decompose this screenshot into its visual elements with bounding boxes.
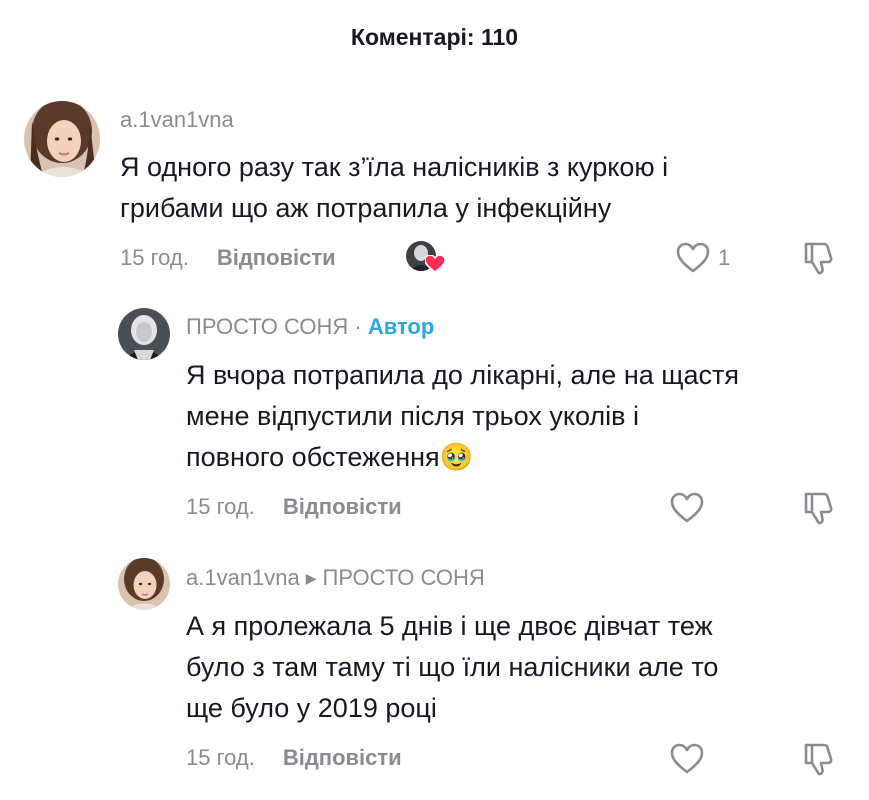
thumbs-down-icon <box>804 743 833 776</box>
dislike-button[interactable] <box>802 741 836 782</box>
avatar[interactable] <box>24 101 100 177</box>
comment-text-line: грибами що аж потрапила у інфекційну <box>120 193 612 223</box>
like-button[interactable] <box>670 492 704 523</box>
comment-text-line: повного обстеження🥹 <box>186 437 846 478</box>
thumbs-down-icon <box>804 242 833 275</box>
comment-text-fragment: повного обстеження <box>186 442 440 472</box>
comment-text-line: Я одного разу так з’їла налісників з кур… <box>120 152 669 182</box>
comment-text-line: А я пролежала 5 днів і ще двоє дівчат те… <box>186 611 713 641</box>
reply-to-username[interactable]: ПРОСТО СОНЯ <box>323 565 485 590</box>
comment-username-row: a.1van1vna ▶ ПРОСТО СОНЯ <box>186 565 485 591</box>
comment-username-row: ПРОСТО СОНЯ · Автор <box>186 314 434 340</box>
comment-time: 15 год. <box>120 245 189 270</box>
creator-heart-icon <box>424 254 446 278</box>
comment-text-line: було з там таму ті що їли налісники але … <box>186 652 719 682</box>
comment-text-line: ще було у 2019 році <box>186 693 437 723</box>
reply-arrow-icon: ▶ <box>305 570 317 586</box>
thumbs-down-icon <box>804 492 833 525</box>
dislike-button[interactable] <box>802 490 836 531</box>
author-badge: Автор <box>367 314 435 339</box>
comment-text: Я одного разу так з’їла налісників з кур… <box>120 147 820 229</box>
reply-button[interactable]: Відповісти <box>217 245 336 270</box>
like-button[interactable] <box>670 743 704 774</box>
reply-button[interactable]: Відповісти <box>283 494 402 519</box>
dislike-button[interactable] <box>802 240 836 281</box>
like-button[interactable]: 1 <box>676 242 730 273</box>
comment-text: Я вчора потрапила до лікарні, але на щас… <box>186 355 846 478</box>
separator-dot: · <box>354 314 362 339</box>
comment-time: 15 год. <box>186 745 255 770</box>
comment-text: А я пролежала 5 днів і ще двоє дівчат те… <box>186 606 846 729</box>
like-count: 1 <box>718 244 731 270</box>
comment-meta: 15 год. Відповісти <box>186 745 402 771</box>
comment-meta: 15 год. Відповісти <box>120 245 336 271</box>
comment-text-line: мене відпустили після трьох уколів і <box>186 401 640 431</box>
reply-button[interactable]: Відповісти <box>283 745 402 770</box>
avatar[interactable] <box>118 558 170 610</box>
avatar[interactable] <box>118 308 170 360</box>
heart-icon <box>676 242 710 273</box>
comment-username[interactable]: ПРОСТО СОНЯ <box>186 314 348 339</box>
heart-icon <box>670 743 704 774</box>
pleading-face-emoji: 🥹 <box>439 442 474 472</box>
comment-username[interactable]: a.1van1vna <box>186 565 300 590</box>
comment-time: 15 год. <box>186 494 255 519</box>
comment-text-line: Я вчора потрапила до лікарні, але на щас… <box>186 360 739 390</box>
comments-header: Коментарі: 110 <box>350 24 519 50</box>
comment-username[interactable]: a.1van1vna <box>120 107 234 133</box>
heart-icon <box>670 492 704 523</box>
comment-meta: 15 год. Відповісти <box>186 494 402 520</box>
